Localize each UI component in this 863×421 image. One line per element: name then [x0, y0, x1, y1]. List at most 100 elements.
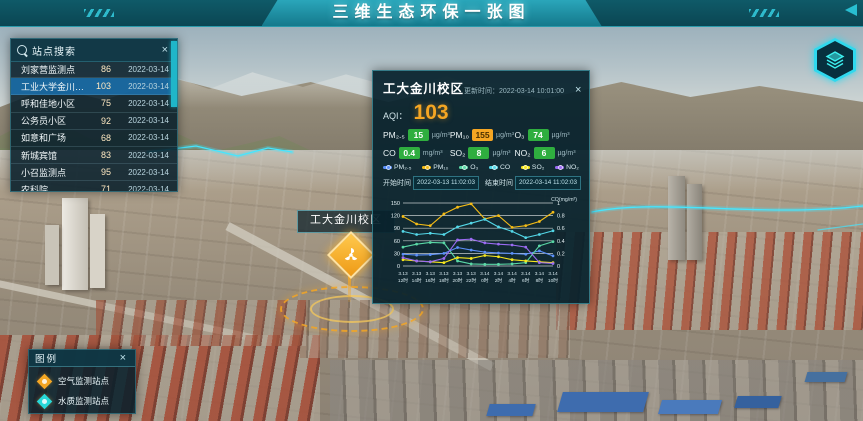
close-icon[interactable]: ×	[117, 351, 129, 366]
svg-text:30: 30	[394, 251, 400, 257]
app-stage: 工大金川校区 三维生态环保一张图 站点搜索 × 刘家营监测点862022-03-…	[0, 0, 863, 421]
pollutant-value-badge: 6	[534, 147, 555, 159]
pollutant-value-badge: 74	[528, 129, 549, 141]
popup-title: 工大金川校区	[383, 78, 464, 97]
layers-glyph-icon	[814, 38, 856, 82]
aqi-readout: AQI： 103	[383, 101, 579, 125]
pollutant-value-badge: 8	[468, 147, 489, 159]
svg-text:0.2: 0.2	[557, 251, 565, 257]
pollutant-value-badge: 0.4	[399, 147, 420, 159]
svg-text:3.13: 3.13	[453, 271, 463, 277]
legend-dot	[459, 166, 468, 169]
station-row[interactable]: 新城宾馆832022-03-14	[11, 147, 177, 164]
station-aqi-value: 95	[91, 167, 111, 177]
end-time-input[interactable]: 2022-03-14 11:02:03	[515, 176, 581, 190]
station-name: 新城宾馆	[21, 149, 87, 162]
svg-text:0.4: 0.4	[557, 239, 565, 245]
aqi-trend-chart: 030609012015000.20.40.60.81CO(mg/m³)3.13…	[383, 192, 579, 296]
aqi-trend-chart-wrap: 030609012015000.20.40.60.81CO(mg/m³)3.13…	[383, 192, 579, 296]
legend-label: PM₁₀	[433, 164, 448, 171]
pollutant-value-badge: 15	[408, 129, 429, 141]
map-blue-roof	[486, 404, 535, 416]
legend-list: 空气监测站点水质监测站点	[29, 367, 135, 415]
svg-text:0.6: 0.6	[557, 226, 565, 232]
svg-text:14时: 14时	[412, 277, 422, 284]
legend-label: NO₂	[566, 164, 579, 171]
layers-hexagon-icon[interactable]	[814, 38, 856, 82]
station-date: 2022-03-14	[117, 133, 169, 142]
chart-legend-item[interactable]: PM₂.₅	[383, 164, 411, 171]
station-row[interactable]: 如意和广场 68 2022-03-14	[11, 130, 177, 147]
station-name: 如意和广场	[21, 131, 87, 144]
pollutant-cell: NO₂6µg/m³	[514, 147, 579, 159]
station-row[interactable]: 工业大学金川校区1032022-03-14	[11, 78, 177, 95]
svg-text:3.14: 3.14	[480, 271, 490, 277]
map-tower-white	[62, 198, 88, 290]
legend-label: O₃	[470, 164, 478, 171]
pollutant-label: PM₁₀	[450, 130, 469, 140]
update-time: 更新时间：2022-03-14 10:01:00	[464, 86, 564, 96]
chart-legend-item[interactable]: PM₁₀	[422, 164, 448, 171]
svg-text:10时: 10时	[548, 277, 558, 284]
station-name: 工业大学金川校区	[21, 80, 87, 93]
station-aqi-value: 92	[91, 116, 111, 126]
svg-text:150: 150	[391, 201, 400, 207]
time-range-row: 开始时间 2022-03-13 11:02:03 结束时间 2022-03-14…	[383, 176, 579, 190]
station-list: 刘家营监测点862022-03-14工业大学金川校区1032022-03-14呼…	[11, 61, 177, 191]
station-name: 小召监测点	[21, 166, 87, 179]
svg-text:0: 0	[397, 264, 400, 270]
chart-legend-item[interactable]: CO	[489, 164, 510, 171]
pollutant-cell: PM₂.₅15µg/m³	[383, 129, 450, 141]
station-aqi-value: 71	[91, 184, 111, 191]
svg-text:60: 60	[394, 239, 400, 245]
update-time-value: 2022-03-14 10:01:00	[499, 88, 564, 95]
svg-text:3.14: 3.14	[494, 271, 504, 277]
svg-text:0时: 0时	[481, 277, 489, 284]
close-icon[interactable]: ×	[159, 43, 171, 58]
svg-text:3.14: 3.14	[535, 271, 545, 277]
chart-legend: PM₂.₅ PM₁₀ O₃ CO SO₂ NO₂	[383, 164, 579, 171]
svg-text:8时: 8时	[536, 277, 544, 284]
search-panel-title: 站点搜索	[32, 43, 159, 58]
station-aqi-value: 68	[91, 133, 111, 143]
map-tower-white	[45, 225, 59, 285]
pollutant-unit: µg/m³	[552, 132, 570, 139]
chart-legend-item[interactable]: NO₂	[555, 164, 579, 171]
pollutant-label: O₃	[514, 130, 524, 140]
station-date: 2022-03-14	[117, 82, 169, 91]
start-time-input[interactable]: 2022-03-13 11:02:03	[413, 176, 479, 190]
station-row[interactable]: 小召监测点 95 2022-03-14	[11, 164, 177, 181]
end-time-label: 结束时间	[485, 178, 513, 188]
map-buildings-red	[96, 300, 306, 346]
svg-text:20时: 20时	[452, 277, 462, 284]
svg-text:3.13: 3.13	[439, 271, 449, 277]
legend-item: 水质监测站点	[37, 391, 127, 411]
station-row[interactable]: 刘家营监测点862022-03-14	[11, 61, 177, 78]
station-date: 2022-03-14	[117, 99, 169, 108]
scrollbar-thumb[interactable]	[171, 41, 177, 107]
map-blue-roof	[734, 396, 781, 408]
legend-panel-header: 图例 ×	[29, 350, 135, 367]
svg-text:3.13: 3.13	[426, 271, 436, 277]
svg-text:3.14: 3.14	[521, 271, 531, 277]
svg-text:120: 120	[391, 214, 400, 220]
station-row[interactable]: 呼和佳地小区752022-03-14	[11, 95, 177, 112]
pollutant-label: SO₂	[450, 148, 466, 158]
chart-legend-item[interactable]: O₃	[459, 164, 478, 171]
legend-dot	[555, 166, 564, 169]
chart-legend-item[interactable]: SO₂	[521, 164, 544, 171]
station-date: 2022-03-14	[117, 168, 169, 177]
svg-text:2时: 2时	[495, 277, 503, 284]
search-panel-header: 站点搜索 ×	[11, 39, 177, 62]
app-header: 三维生态环保一张图	[0, 0, 863, 27]
close-icon[interactable]: ×	[572, 83, 584, 98]
svg-text:16时: 16时	[425, 277, 435, 284]
pollutant-label: NO₂	[514, 148, 530, 158]
station-row[interactable]: 农科院712022-03-14	[11, 181, 177, 191]
station-name: 刘家营监测点	[21, 63, 87, 76]
station-row[interactable]: 公务员小区922022-03-14	[11, 113, 177, 130]
station-name: 公务员小区	[21, 114, 87, 127]
svg-text:18时: 18时	[439, 277, 449, 284]
map-blue-roof	[805, 372, 848, 382]
start-time-label: 开始时间	[383, 178, 411, 188]
